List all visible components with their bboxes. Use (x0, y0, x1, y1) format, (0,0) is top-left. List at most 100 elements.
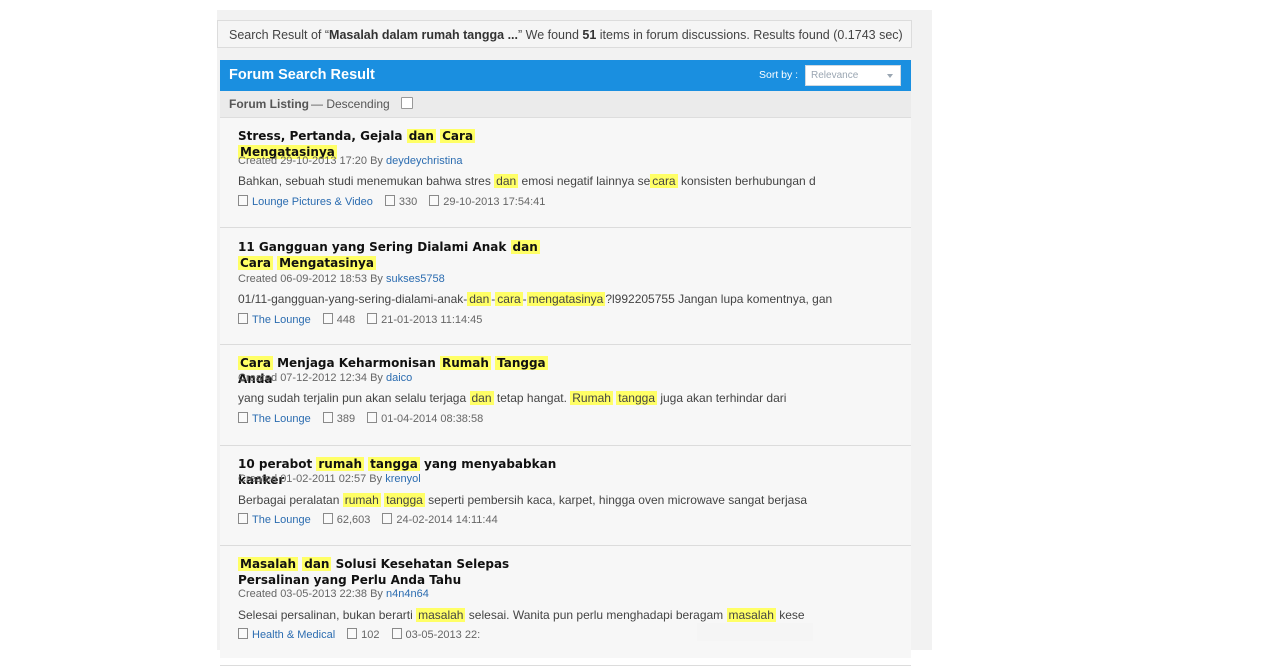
forum-link[interactable]: The Lounge (252, 514, 311, 526)
views-count: 330 (398, 196, 418, 208)
highlight-term: rumah (316, 457, 364, 471)
highlight-term: dan (467, 292, 492, 306)
calendar-icon (367, 313, 378, 324)
author-link[interactable]: deydeychristina (386, 155, 462, 167)
highlight-term: dan (494, 174, 519, 188)
created-text: Created 03-05-2013 22:38 By (238, 588, 386, 600)
highlight-term: Masalah (238, 557, 299, 571)
descending-checkbox[interactable] (401, 97, 413, 109)
last-post-date: 29-10-2013 17:54:41 (443, 196, 546, 208)
last-post-date: 21-01-2013 11:14:45 (381, 314, 483, 326)
highlight-term: masalah (416, 608, 466, 622)
page-title: Forum Search Result (229, 67, 375, 83)
created-text: Created 01-02-2011 02:57 By (238, 473, 386, 485)
highlight-term: cara (495, 292, 523, 306)
result-snippet: Selesai persalinan, bukan berarti masala… (238, 608, 805, 622)
views-count: 448 (336, 314, 356, 326)
result-snippet: Berbagai peralatan rumah tangga seperti … (238, 493, 807, 507)
listing-bar: Forum Listing — Descending (220, 91, 911, 118)
highlight-term: dan (469, 391, 494, 405)
text-segment: seperti pembersih kaca, karpet, hingga o… (424, 493, 808, 507)
forum-icon (238, 412, 248, 423)
views-icon (322, 513, 333, 524)
highlight-term: Cara (238, 256, 273, 270)
result-meta: Created 03-05-2013 22:38 By n4n4n64 (238, 588, 429, 600)
calendar-icon (391, 628, 402, 639)
result-count: 51 (582, 28, 597, 42)
views-icon (322, 313, 333, 324)
table-row: 10 perabot rumah tangga yang menyababkan… (220, 446, 911, 546)
highlight-term: Rumah (570, 391, 613, 405)
text-segment: Berbagai peralatan (238, 493, 343, 507)
highlight-term: tangga (384, 493, 425, 507)
highlight-term: Cara (238, 356, 273, 370)
forum-link[interactable]: Lounge Pictures & Video (252, 196, 373, 208)
forum-link[interactable]: The Lounge (252, 314, 311, 326)
forum-link[interactable]: The Lounge (252, 413, 311, 425)
loading-overlay (697, 623, 813, 641)
views-icon (347, 628, 358, 639)
highlight-term: masalah (726, 608, 776, 622)
result-snippet: Bahkan, sebuah studi menemukan bahwa str… (238, 174, 816, 188)
result-footer: The Lounge 389 01-04-2014 08:38:58 (238, 412, 483, 425)
text-segment: Selesai persalinan, bukan berarti (238, 608, 417, 622)
author-link[interactable]: sukses5758 (386, 273, 445, 285)
highlight-term: Cara (440, 129, 476, 143)
forum-icon (238, 628, 248, 639)
search-summary: Search Result of “Masalah dalam rumah ta… (217, 20, 912, 48)
forum-icon (238, 513, 248, 524)
result-footer: The Lounge 62,603 24-02-2014 14:11:44 (238, 513, 498, 526)
text-segment: ?l992205755 Jangan lupa komentnya, gan (605, 292, 833, 306)
author-link[interactable]: daico (386, 372, 412, 384)
highlight-term: mengatasinya (526, 292, 606, 306)
created-text: Created 29-10-2013 17:20 By (238, 155, 386, 167)
text-segment: 11 Gangguan yang Sering Dialami Anak (238, 240, 511, 254)
highlight-term: dan (510, 240, 540, 254)
highlight-term: rumah (342, 493, 381, 507)
result-meta: Created 01-02-2011 02:57 By krenyol (238, 473, 421, 485)
calendar-icon (367, 412, 378, 423)
summary-query: Masalah dalam rumah tangga ... (329, 28, 518, 42)
sort-value: Relevance (811, 70, 859, 81)
result-meta: Created 06-09-2012 18:53 By sukses5758 (238, 273, 445, 285)
calendar-icon (382, 513, 393, 524)
views-icon (384, 195, 395, 206)
results-list: Stress, Pertanda, Gejala dan Cara Mengat… (220, 118, 911, 666)
last-post-date: 01-04-2014 08:38:58 (381, 413, 484, 425)
results-header: Forum Search Result Sort by : Relevance (220, 60, 911, 91)
table-row: 11 Gangguan yang Sering Dialami Anak dan… (220, 228, 911, 345)
result-footer: Health & Medical 102 03-05-2013 22: (238, 628, 480, 641)
forum-icon (238, 313, 248, 324)
created-text: Created 06-09-2012 18:53 By (238, 273, 386, 285)
views-count: 62,603 (336, 514, 371, 526)
calendar-icon (429, 195, 440, 206)
forum-icon (238, 195, 248, 206)
highlight-term: Tangga (495, 356, 548, 370)
summary-suffix: items in forum discussions. Results foun… (596, 28, 903, 42)
highlight-term: Mengatasinya (277, 256, 376, 270)
highlight-term: Rumah (439, 356, 491, 370)
listing-title: Forum Listing (229, 97, 309, 111)
table-row: Stress, Pertanda, Gejala dan Cara Mengat… (220, 118, 911, 228)
views-count: 389 (336, 413, 356, 425)
highlight-term: dan (406, 129, 436, 143)
text-segment: 01/11-gangguan-yang-sering-dialami-anak- (238, 292, 468, 306)
text-segment: juga akan terhindar dari (657, 391, 787, 405)
sort-select[interactable]: Relevance (805, 65, 901, 86)
search-panel: Search Result of “Masalah dalam rumah ta… (217, 10, 932, 666)
text-segment: konsisten berhubungan d (677, 174, 816, 188)
summary-middle: ” We found (518, 28, 583, 42)
highlight-term: tangga (616, 391, 657, 405)
chevron-down-icon (887, 74, 893, 78)
views-icon (322, 412, 333, 423)
result-title-link[interactable]: Masalah dan Solusi Kesehatan Selepas Per… (238, 556, 578, 588)
text-segment: Bahkan, sebuah studi menemukan bahwa str… (238, 174, 495, 188)
author-link[interactable]: n4n4n64 (386, 588, 429, 600)
text-segment: selesai. Wanita pun perlu menghadapi ber… (465, 608, 727, 622)
result-title-link[interactable]: 11 Gangguan yang Sering Dialami Anak dan… (238, 239, 578, 271)
sort-label: Sort by : (759, 69, 799, 81)
author-link[interactable]: krenyol (385, 473, 420, 485)
text-segment: Menjaga Keharmonisan (272, 356, 440, 370)
listing-order: — Descending (311, 97, 390, 111)
summary-prefix: Search Result of “ (229, 28, 330, 42)
